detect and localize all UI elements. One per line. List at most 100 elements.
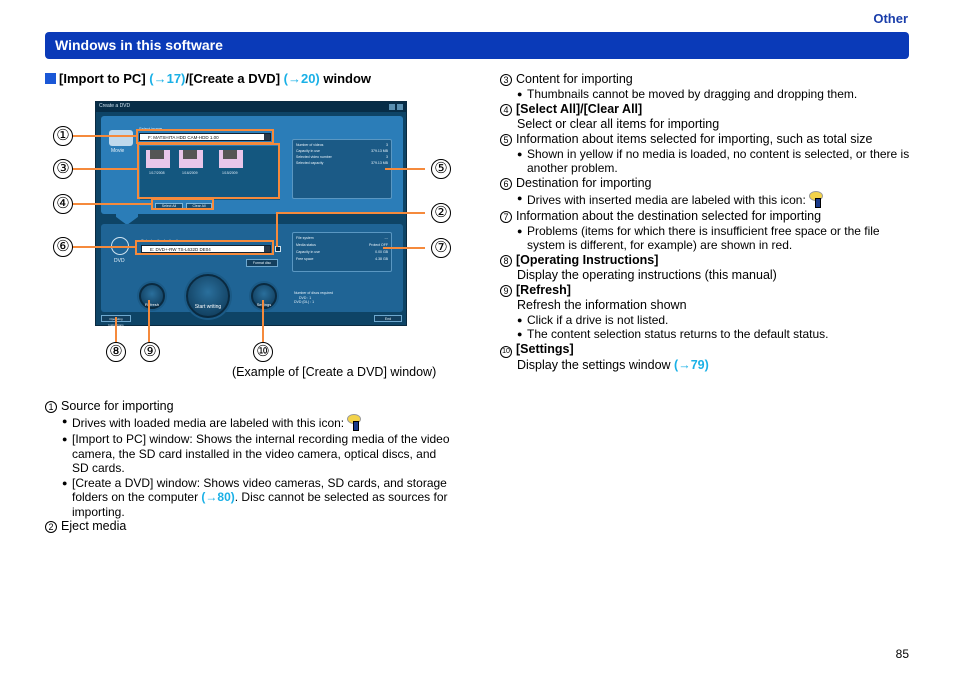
info-row: Media statusProtect OFF (296, 243, 388, 247)
callout-line-5 (385, 168, 425, 170)
window-title: Create a DVD (99, 103, 130, 109)
callout-10: ⑩ (253, 342, 273, 362)
info-value: 4.38 GB (375, 257, 388, 261)
item-title: [Select All]/[Clear All] (516, 102, 642, 116)
callout-1: ① (53, 126, 73, 146)
end-button: End (374, 315, 402, 322)
inserted-media-icon (809, 191, 823, 209)
page-link-79[interactable]: (→79) (674, 358, 709, 372)
info-row: Capacity in use0.00 GB (296, 250, 388, 254)
callout-line-1 (72, 135, 136, 137)
info-label: Capacity in use (296, 149, 320, 153)
callout-4: ④ (53, 194, 73, 214)
refresh-button: Refresh (139, 283, 165, 309)
item-title: Source for importing (61, 399, 174, 413)
item-4: 4 [Select All]/[Clear All] (500, 102, 915, 117)
discs-required: Number of discs required DVD : 1 DVD (DL… (294, 291, 333, 305)
item-text: Refresh the information shown (500, 298, 915, 313)
info-value: --- (385, 236, 389, 240)
item-text-body: Display the settings window (517, 358, 674, 372)
highlight-destination-drive (135, 240, 274, 255)
item-1: 1Source for importing (45, 399, 455, 414)
bullet: [Create a DVD] window: Shows video camer… (45, 476, 455, 520)
item-text: Display the operating instructions (this… (500, 268, 915, 283)
banner-title: Windows in this software (55, 37, 223, 53)
callout-line-10 (262, 300, 264, 342)
page-link-20[interactable]: (→20) (284, 71, 320, 86)
info-value: 3 (386, 143, 388, 147)
info-row: Selected video number 3 (296, 155, 388, 159)
callout-5: ⑤ (431, 159, 451, 179)
item-8: 8 [Operating Instructions] (500, 253, 915, 268)
minimize-icon (389, 104, 395, 110)
bullet: Problems (items for which there is insuf… (500, 224, 915, 253)
figure-caption: (Example of [Create a DVD] window) (232, 365, 436, 379)
item-title: [Settings] (516, 342, 574, 356)
item-text: Display the settings window (→79) (500, 358, 915, 373)
highlight-source-drive (136, 129, 274, 144)
item-6: 6Destination for importing (500, 176, 915, 191)
close-icon (397, 104, 403, 110)
info-label: Selected video number (296, 155, 332, 159)
info-label: Selected capacity (296, 161, 323, 165)
item-number: 8 (500, 255, 512, 267)
discs-required-label: Number of discs required (294, 291, 333, 296)
item-title: [Operating Instructions] (516, 253, 658, 267)
subsection-heading: [Import to PC] (→17)/[Create a DVD] (→20… (45, 71, 371, 86)
callout-line-7 (383, 247, 425, 249)
window-titlebar: Create a DVD (96, 102, 406, 112)
info-row: Number of videos 3 (296, 143, 388, 147)
item-title: Eject media (61, 519, 126, 533)
item-number: 9 (500, 285, 512, 297)
item-title: Information about items selected for imp… (516, 132, 872, 146)
callout-line-6 (72, 246, 135, 248)
start-writing-button: Start writing (186, 274, 230, 318)
info-label: Number of videos (296, 143, 323, 147)
movie-label: Movie (111, 148, 124, 154)
loaded-media-icon (347, 414, 361, 432)
item-10: 10[Settings] (500, 342, 915, 358)
page-link-80[interactable]: (→80) (201, 490, 234, 504)
item-number: 6 (500, 178, 512, 190)
callout-9: ⑨ (140, 342, 160, 362)
heading-part2: /[Create a DVD] (185, 71, 283, 86)
heading-part1: [Import to PC] (59, 71, 149, 86)
item-number: 3 (500, 74, 512, 86)
item-title: [Refresh] (516, 283, 571, 297)
destination-info-panel: File system--- Media statusProtect OFF C… (292, 232, 392, 272)
info-row: Selected capacity379.13 MB (296, 161, 388, 165)
discs-dvd-dl: DVD (DL) : 1 (294, 300, 333, 305)
item-title: Information about the destination select… (516, 209, 821, 223)
item-text: Select or clear all items for importing (500, 117, 915, 132)
callout-6: ⑥ (53, 237, 73, 257)
info-value: 3 (386, 155, 388, 159)
info-row: Capacity in use 379.13 MB (296, 149, 388, 153)
bullet: Drives with loaded media are labeled wit… (45, 414, 455, 432)
item-2: 2 Eject media (45, 519, 455, 534)
item-5: 5Information about items selected for im… (500, 132, 915, 147)
dvd-label: DVD (114, 258, 125, 264)
flow-arrow-icon (116, 207, 138, 225)
movie-icon (109, 130, 133, 146)
info-label: Capacity in use (296, 250, 320, 254)
info-label: Free space (296, 257, 314, 261)
bullet: Drives with inserted media are labeled w… (500, 191, 915, 209)
info-value: 379.13 MB (371, 149, 388, 153)
item-number: 2 (45, 521, 57, 533)
callout-2: ② (431, 203, 451, 223)
highlight-content (137, 143, 280, 199)
callout-8: ⑧ (106, 342, 126, 362)
sd-card-icon (815, 198, 821, 208)
section-banner: Windows in this software (45, 32, 909, 59)
sd-card-icon (353, 421, 359, 431)
start-writing-label: Start writing (188, 304, 228, 310)
bullet: The content selection status returns to … (500, 327, 915, 342)
page-link-17[interactable]: (→17) (149, 71, 185, 86)
item-3: 3Content for importing (500, 72, 915, 87)
highlight-select-clear (151, 198, 214, 210)
callout-7: ⑦ (431, 238, 451, 258)
callout-line-9 (148, 300, 150, 342)
item-7: 7Information about the destination selec… (500, 209, 915, 224)
callout-line-8 (115, 317, 117, 342)
item-number: 4 (500, 104, 512, 116)
